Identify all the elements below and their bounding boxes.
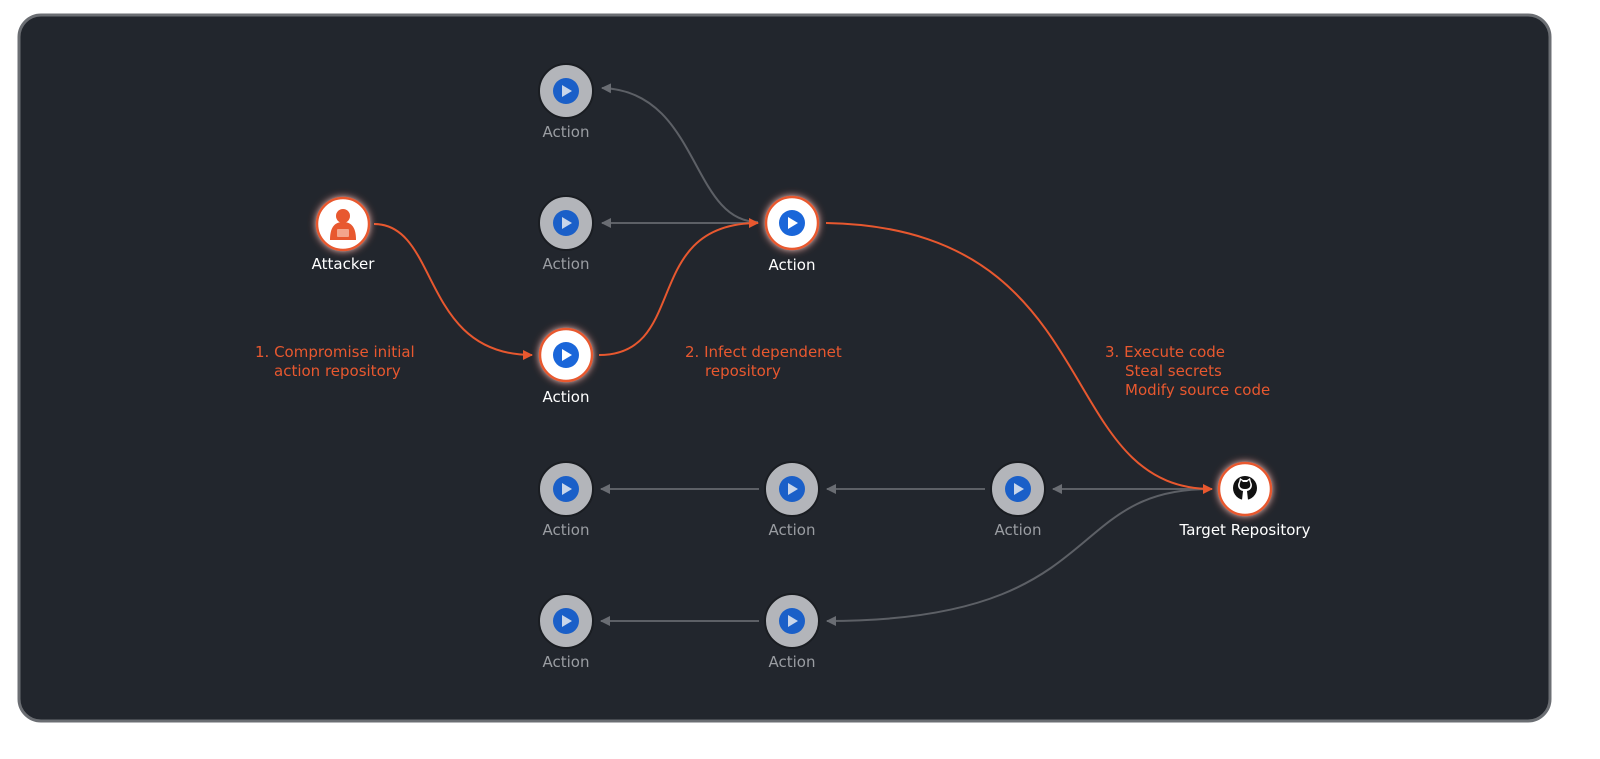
node-action-row5-b[interactable]: Action [764,593,820,671]
node-label: Action [769,256,816,274]
annotation-step2-line2: repository [705,362,781,380]
annotation-step3-line3: Modify source code [1125,381,1270,399]
node-label: Action [769,653,816,671]
node-action-row5-a[interactable]: Action [538,593,594,671]
node-action-action-mid-left[interactable]: Action [538,195,594,273]
node-action-infected[interactable]: Action [538,327,594,406]
node-action-row4-b[interactable]: Action [764,461,820,539]
github-icon [1233,476,1257,500]
node-label: Action [543,255,590,273]
annotation-step3-line1: 3. Execute code [1105,343,1225,361]
node-action-row4-c[interactable]: Action [990,461,1046,539]
node-label: Action [543,521,590,539]
node-action-row4-a[interactable]: Action [538,461,594,539]
node-label: Target Repository [1179,521,1311,539]
node-label: Attacker [312,255,376,273]
node-attacker[interactable]: Attacker [312,196,376,273]
diagram-canvas: Attacker Action Action Target Repository… [17,13,1552,723]
node-label: Action [769,521,816,539]
node-label: Action [995,521,1042,539]
node-label: Action [543,388,590,406]
node-label: Action [543,653,590,671]
annotation-step1-line1: 1. Compromise initial [255,343,415,361]
node-label: Action [543,123,590,141]
annotation-step3-line2: Steal secrets [1125,362,1222,380]
annotation-step1-line2: action repository [274,362,401,380]
node-action-compromised[interactable]: Action [764,195,820,274]
node-action-action-top[interactable]: Action [538,63,594,141]
annotation-step2-line1: 2. Infect dependenet [685,343,842,361]
